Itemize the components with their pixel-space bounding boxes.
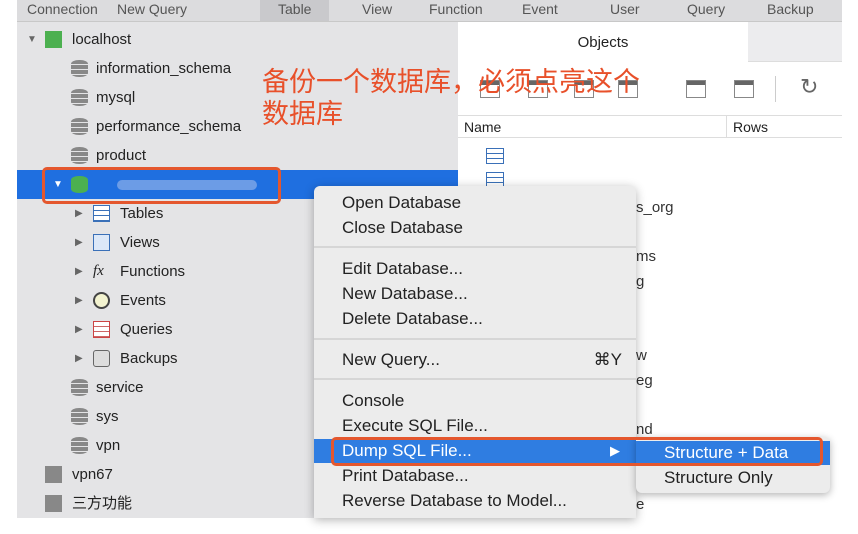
database-icon [71,147,88,164]
tree-label: performance_schema [96,118,242,135]
annotation-line: 数据库 [262,99,343,129]
table-name-fragment: s_org [636,199,674,216]
database-icon [71,60,88,77]
database-icon [71,437,88,454]
table-name-fragment: ms [636,248,656,265]
database-icon [71,379,88,396]
toolbar-connection[interactable]: Connection [27,1,98,17]
menu-separator [314,378,636,380]
export-icon[interactable] [734,80,754,98]
toolbar-backup[interactable]: Backup [767,1,814,17]
tree-label: Backups [120,350,178,367]
expand-triangle-icon[interactable]: ▶ [75,315,83,344]
menu-separator [314,246,636,248]
highlight-box-dump [331,437,823,466]
table-icon [93,205,110,222]
function-icon: fx [93,263,104,279]
menu-separator [314,338,636,340]
database-icon [71,89,88,106]
database-icon [71,118,88,135]
expand-triangle-icon[interactable]: ▶ [75,344,83,373]
tree-label: localhost [72,31,132,48]
menu-reverse-database[interactable]: Reverse Database to Model... [314,489,636,513]
shortcut-label: ⌘Y [593,350,622,369]
divider [775,76,776,102]
table-name-fragment: g [636,273,645,290]
menu-close-database[interactable]: Close Database [314,216,636,240]
tree-label: vpn [96,437,121,454]
connection-icon [45,466,62,483]
connection-icon [45,495,62,512]
menu-delete-database[interactable]: Delete Database... [314,307,636,331]
annotation-line: 备份一个数据库，必须点亮这个 [262,67,640,97]
highlight-box-database [42,167,281,204]
menu-edit-database[interactable]: Edit Database... [314,257,636,281]
query-icon [93,321,110,338]
context-menu: Open Database Close Database Edit Databa… [314,186,636,518]
tree-label: Events [120,292,166,309]
tree-label: mysql [96,89,136,106]
toolbar-function[interactable]: Function [429,1,483,17]
toolbar-query[interactable]: Query [687,1,725,17]
menu-print-database[interactable]: Print Database... [314,464,636,488]
tree-label: service [96,379,144,396]
toolbar-table[interactable]: Table [260,0,330,21]
view-icon [93,234,110,251]
menu-structure-only[interactable]: Structure Only [636,466,830,490]
menu-execute-sql-file[interactable]: Execute SQL File... [314,414,636,438]
toolbar-event[interactable]: Event [522,1,558,17]
tree-label: sys [96,408,119,425]
table-name-fragment: eg [636,372,653,389]
database-icon [71,408,88,425]
tab-bar: Objects [458,22,842,62]
main-toolbar: Connection New Query Table View Function… [17,0,842,22]
expand-triangle-icon[interactable]: ▶ [75,286,83,315]
tree-label: Queries [120,321,173,338]
mysql-connection-icon [45,31,62,48]
table-icon [486,148,504,164]
expand-triangle-icon[interactable]: ▶ [75,257,83,286]
toolbar-user[interactable]: User [610,1,640,17]
tree-label: 三方功能 [72,495,133,512]
table-name-fragment: e [636,496,645,513]
menu-console[interactable]: Console [314,389,636,413]
column-rows[interactable]: Rows [726,116,768,138]
tree-label: information_schema [96,60,232,77]
menu-new-query[interactable]: New Query... ⌘Y [314,348,636,372]
refresh-icon[interactable]: ↻ [800,74,818,100]
toolbar-new-query[interactable]: New Query [117,1,187,17]
table-name-fragment: nd [636,421,653,438]
menu-open-database[interactable]: Open Database [314,191,636,215]
tab-objects[interactable]: Objects [458,22,748,62]
annotation-text: 备份一个数据库，必须点亮这个 数据库 [262,66,722,130]
tree-label: product [96,147,147,164]
tree-connection-localhost[interactable]: ▼ localhost [17,25,458,54]
backup-icon [93,350,110,367]
tree-label: vpn67 [72,466,113,483]
tree-label: Functions [120,263,186,280]
tree-label: Views [120,234,160,251]
expand-triangle-icon[interactable]: ▼ [27,25,37,54]
tree-db[interactable]: product [17,141,458,170]
table-name-fragment: w [636,347,647,364]
menu-new-database[interactable]: New Database... [314,282,636,306]
expand-triangle-icon[interactable]: ▶ [75,228,83,257]
menu-label: New Query... [342,350,440,369]
toolbar-view[interactable]: View [362,1,392,17]
clock-icon [93,292,110,309]
